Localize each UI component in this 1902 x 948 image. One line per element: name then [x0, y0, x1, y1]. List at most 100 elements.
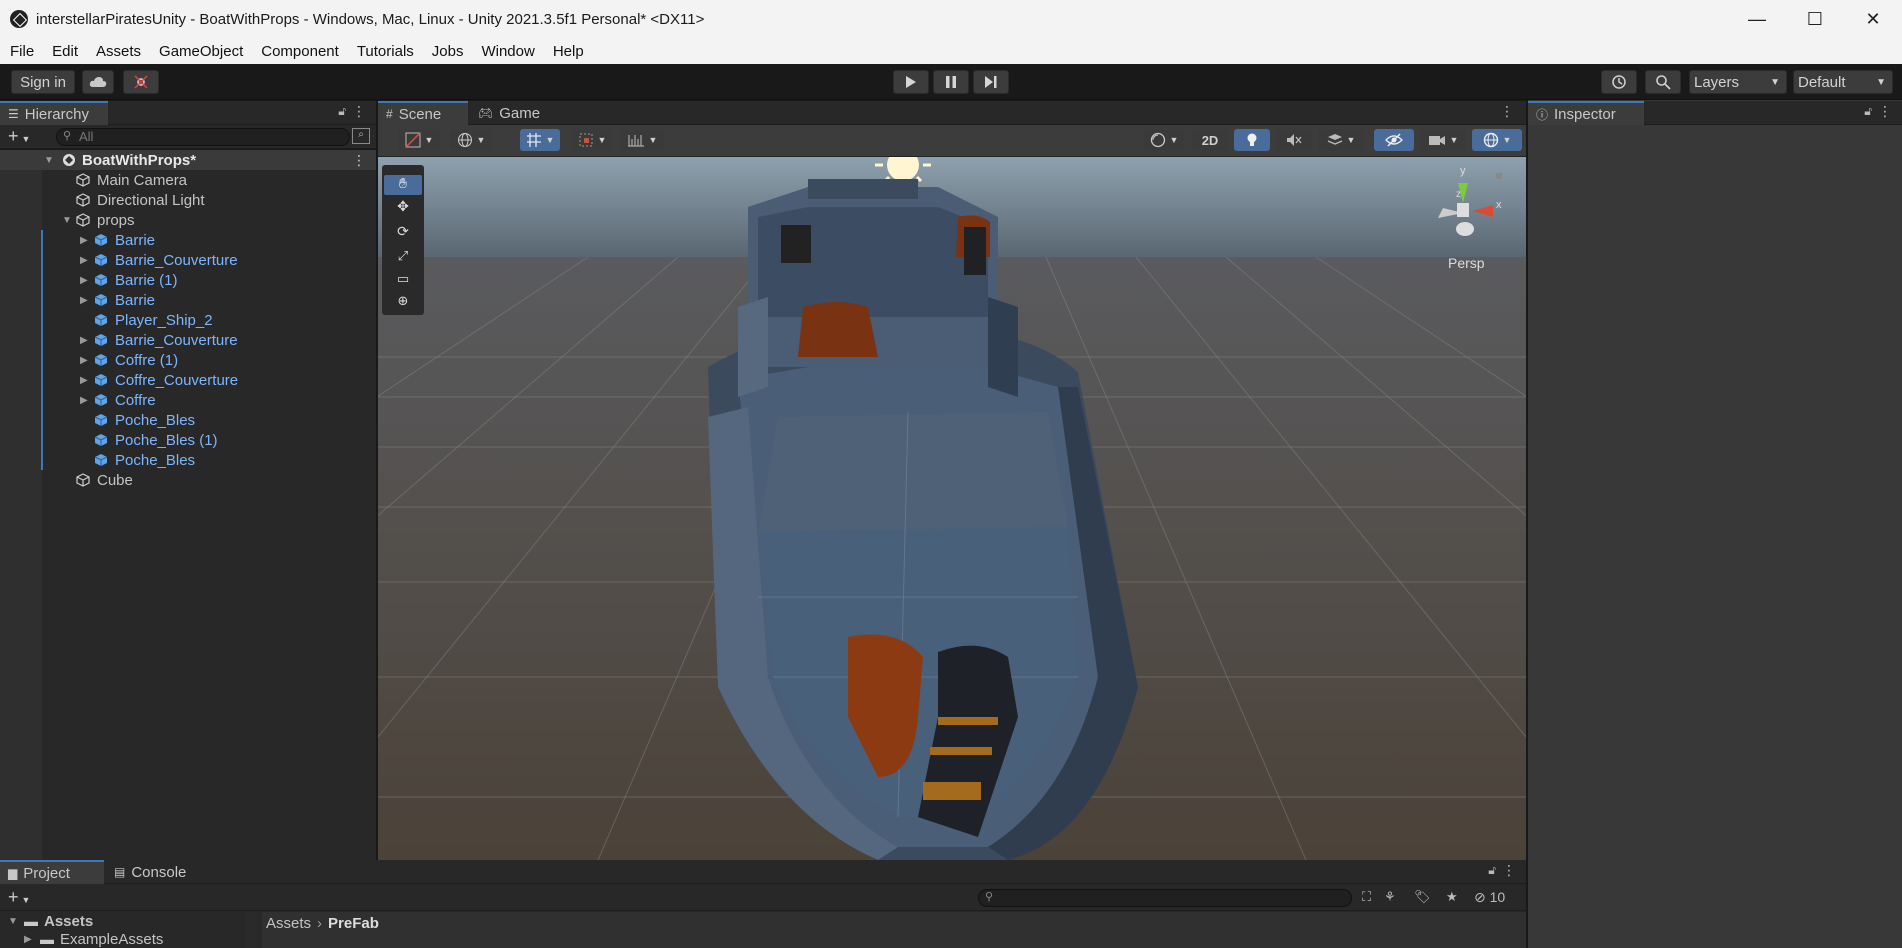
pause-button[interactable] [933, 70, 969, 94]
hierarchy-item-poche-bles[interactable]: Poche_Bles [0, 410, 376, 430]
hierarchy-search-field[interactable]: ⚲ All [56, 128, 350, 146]
ruler-toggle[interactable]: ▼ [620, 129, 664, 151]
gizmos-dropdown[interactable]: ▼ [1472, 129, 1522, 151]
transform-tool-icon[interactable]: ⊕ [384, 293, 422, 313]
tab-project[interactable]: ▆ Project [0, 860, 104, 884]
expand-arrow-icon[interactable]: ▼ [44, 155, 54, 166]
hierarchy-item-coffre-couverture[interactable]: ▶ Coffre_Couverture [0, 370, 376, 390]
layout-dropdown[interactable]: Default ▼ [1793, 70, 1893, 94]
scale-tool-icon[interactable]: ⤢ [384, 248, 422, 268]
rect-tool-icon[interactable]: ▭ [384, 271, 422, 291]
lock-icon[interactable]: 🔓︎ [338, 104, 346, 119]
hierarchy-item-barrie-1[interactable]: ▶ Barrie (1) [0, 270, 376, 290]
expand-arrow-icon[interactable]: ▶ [80, 295, 88, 306]
lock-icon[interactable]: 🔓︎ [1864, 104, 1872, 119]
hierarchy-item-barrie-couverture-2[interactable]: ▶ Barrie_Couverture [0, 330, 376, 350]
add-button[interactable]: + ▼ [8, 887, 30, 908]
orientation-gizmo[interactable]: y x z Persp [1408, 163, 1518, 273]
increment-snap-toggle[interactable]: ▼ [572, 129, 612, 151]
search-options-icon[interactable]: ⌕ [352, 128, 370, 144]
rotate-tool-icon[interactable]: ⟳ [384, 223, 422, 243]
draw-shaded-dropdown[interactable]: ▼ [1144, 129, 1184, 151]
filter-by-type-icon[interactable]: ⚘ [1384, 889, 1396, 905]
hierarchy-item-cube[interactable]: Cube [0, 470, 376, 490]
menu-gameobject[interactable]: GameObject [149, 43, 251, 60]
cloud-button[interactable] [82, 70, 114, 94]
folder-scrollbar[interactable] [246, 912, 256, 948]
move-tool-icon[interactable]: ✥ [384, 198, 422, 218]
hierarchy-item-barrie-2[interactable]: ▶ Barrie [0, 290, 376, 310]
add-button[interactable]: + ▼ [8, 126, 30, 147]
menu-component[interactable]: Component [251, 43, 347, 60]
folder-assets[interactable]: ▼ ▬ Assets [0, 912, 250, 930]
menu-file[interactable]: File [0, 43, 42, 60]
scene-viewport[interactable]: ✋︎ ✥ ⟳ ⤢ ▭ ⊕ y x z Persp [378, 157, 1526, 860]
grid-snap-toggle[interactable]: ▼ [520, 129, 560, 151]
layers-dropdown[interactable]: Layers ▼ [1689, 70, 1787, 94]
tab-game[interactable]: 🎮︎ Game [470, 101, 550, 125]
expand-arrow-icon[interactable]: ▶ [80, 355, 88, 366]
more-options-icon[interactable]: ⋮ [352, 152, 366, 169]
breadcrumb-assets[interactable]: Assets [266, 915, 311, 932]
hierarchy-item-main-camera[interactable]: Main Camera [0, 170, 376, 190]
tab-hierarchy[interactable]: ☰ Hierarchy [0, 101, 108, 125]
expand-arrow-icon[interactable]: ▶ [80, 235, 88, 246]
scene-visibility-toggle[interactable] [1374, 129, 1414, 151]
hierarchy-item-barrie-couverture[interactable]: ▶ Barrie_Couverture [0, 250, 376, 270]
expand-arrow-icon[interactable]: ▶ [80, 375, 88, 386]
menu-jobs[interactable]: Jobs [422, 43, 472, 60]
more-options-icon[interactable]: ⋮ [1500, 103, 1514, 120]
play-button[interactable] [893, 70, 929, 94]
menu-edit[interactable]: Edit [42, 43, 86, 60]
close-button[interactable]: ✕ [1844, 0, 1902, 38]
folder-example-assets[interactable]: ▶ ▬ ExampleAssets [0, 930, 250, 948]
more-options-icon[interactable]: ⋮ [352, 103, 366, 120]
maximize-button[interactable]: ☐ [1786, 0, 1844, 38]
menu-assets[interactable]: Assets [86, 43, 149, 60]
collab-button[interactable] [123, 70, 159, 94]
step-button[interactable] [973, 70, 1009, 94]
hierarchy-item-poche-bles-1[interactable]: Poche_Bles (1) [0, 430, 376, 450]
hierarchy-item-props[interactable]: ▼ props [0, 210, 376, 230]
search-button[interactable] [1645, 70, 1681, 94]
lighting-toggle[interactable] [1234, 129, 1270, 151]
hierarchy-item-coffre[interactable]: ▶ Coffre [0, 390, 376, 410]
more-options-icon[interactable]: ⋮ [1502, 862, 1516, 879]
tab-scene[interactable]: # Scene [378, 101, 468, 125]
tab-console[interactable]: ▤ Console [106, 860, 206, 884]
hierarchy-item-poche-bles-2[interactable]: Poche_Bles [0, 450, 376, 470]
hierarchy-item-barrie[interactable]: ▶ Barrie [0, 230, 376, 250]
audio-toggle[interactable] [1276, 129, 1312, 151]
scene-row[interactable]: ▼ BoatWithProps* ⋮ [0, 150, 376, 170]
hand-tool-icon[interactable]: ✋︎ [384, 175, 422, 195]
persp-label[interactable]: Persp [1448, 255, 1485, 271]
hierarchy-item-coffre-1[interactable]: ▶ Coffre (1) [0, 350, 376, 370]
2d-toggle[interactable]: 2D [1192, 129, 1228, 151]
lock-icon[interactable]: 🔓︎ [1488, 863, 1496, 878]
menu-help[interactable]: Help [543, 43, 592, 60]
global-toggle[interactable]: ▼ [450, 129, 492, 151]
expand-arrow-icon[interactable]: ▼ [8, 916, 18, 927]
project-search-field[interactable]: ⚲ [978, 889, 1352, 907]
filter-by-label-icon[interactable]: 🏷︎ [1414, 889, 1431, 905]
search-by-type-icon[interactable]: ⛶ [1362, 889, 1371, 905]
hidden-packages-button[interactable]: ⊘ 10 [1474, 889, 1505, 906]
sign-in-button[interactable]: Sign in [11, 70, 75, 94]
tab-inspector[interactable]: ⓘ Inspector [1528, 101, 1644, 125]
minimize-button[interactable]: — [1728, 0, 1786, 38]
menu-window[interactable]: Window [471, 43, 542, 60]
more-options-icon[interactable]: ⋮ [1878, 103, 1892, 120]
effects-dropdown[interactable]: ▼ [1318, 129, 1364, 151]
expand-arrow-icon[interactable]: ▶ [80, 395, 88, 406]
expand-arrow-icon[interactable]: ▶ [24, 934, 32, 945]
camera-settings-dropdown[interactable]: ▼ [1420, 129, 1466, 151]
hierarchy-item-player-ship-2[interactable]: Player_Ship_2 [0, 310, 376, 330]
expand-arrow-icon[interactable]: ▼ [62, 215, 72, 226]
expand-arrow-icon[interactable]: ▶ [80, 335, 88, 346]
history-button[interactable] [1601, 70, 1637, 94]
expand-arrow-icon[interactable]: ▶ [80, 275, 88, 286]
menu-tutorials[interactable]: Tutorials [347, 43, 422, 60]
favorite-star-icon[interactable]: ★ [1446, 889, 1458, 905]
breadcrumb-prefab[interactable]: PreFab [328, 915, 379, 932]
hierarchy-item-directional-light[interactable]: Directional Light [0, 190, 376, 210]
